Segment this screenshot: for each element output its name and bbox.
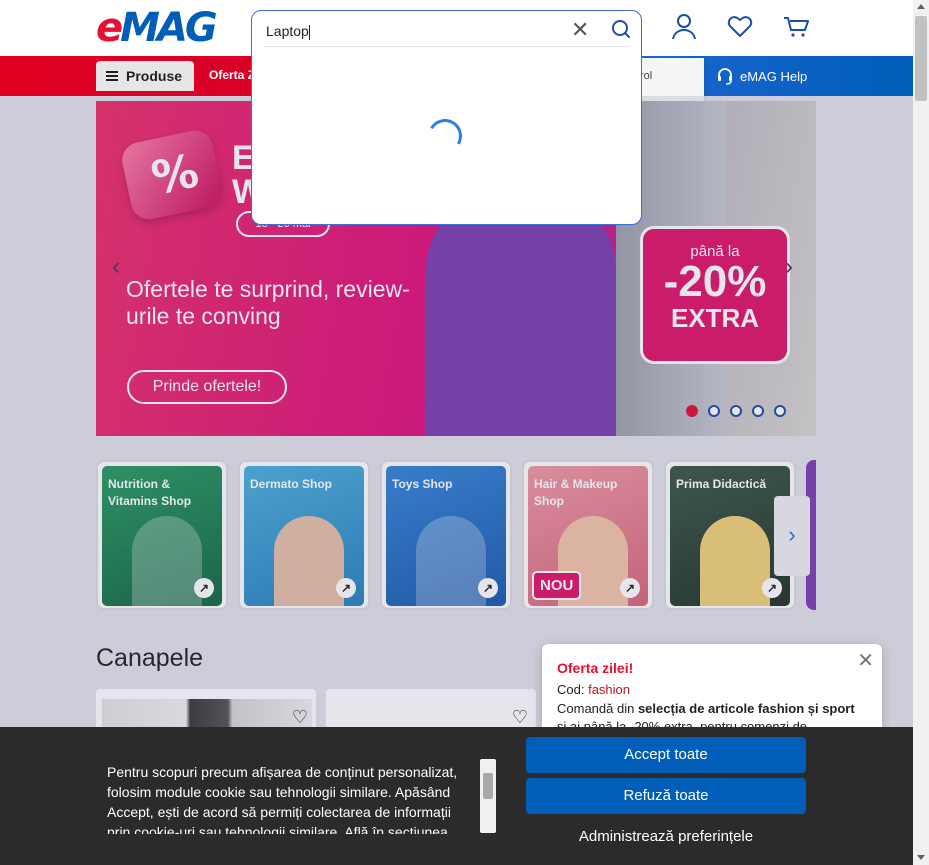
refuse-all-button[interactable]: Refuză toate — [526, 778, 806, 814]
shop-card-title: Prima Didactică — [676, 477, 767, 491]
shopping-cart-icon[interactable] — [783, 16, 811, 38]
carousel-dot[interactable] — [686, 405, 698, 417]
arrow-up-right-icon: ↗ — [620, 578, 640, 598]
shop-card-hair-makeup[interactable]: Hair & Makeup Shop NOU ↗ — [522, 460, 654, 610]
carousel-dot[interactable] — [752, 405, 764, 417]
new-badge: NOU — [532, 571, 582, 600]
heart-icon[interactable]: ♡ — [292, 707, 308, 728]
shop-card-image: Hair & Makeup Shop NOU ↗ — [528, 466, 648, 606]
section-title: Canapele — [96, 644, 204, 672]
carousel-next-icon[interactable]: › — [785, 255, 793, 279]
arrow-up-right-icon: ↗ — [194, 578, 214, 598]
scrollbar-thumb[interactable] — [915, 16, 927, 101]
percent-badge-icon: % — [118, 127, 226, 223]
user-account-icon[interactable] — [671, 13, 697, 41]
favorites-heart-icon[interactable] — [727, 16, 753, 38]
shop-figure — [416, 516, 486, 606]
shop-card-image: Prima Didactică ↗ — [670, 466, 790, 606]
scroll-up-icon[interactable] — [917, 4, 925, 9]
shop-card-image: Nutrition & Vitamins Shop ↗ — [102, 466, 222, 606]
carousel-dot[interactable] — [730, 405, 742, 417]
cookie-consent-banner: Pentru scopuri precum afișarea de conțin… — [0, 727, 913, 865]
shop-figure — [132, 516, 202, 606]
nav-link-help[interactable]: eMAG Help — [716, 67, 807, 85]
carousel-dot[interactable] — [708, 405, 720, 417]
shop-card-title: Nutrition & Vitamins Shop — [108, 477, 192, 508]
shop-card-dermato[interactable]: Dermato Shop ↗ — [238, 460, 370, 610]
promo-badge: până la -20% EXTRA — [640, 226, 790, 364]
banner-cta-button[interactable]: Prinde ofertele! — [127, 370, 287, 404]
banner-headline: Ofertele te surprind, review-urile te co… — [126, 276, 410, 329]
carousel-dot[interactable] — [774, 405, 786, 417]
close-icon[interactable]: ✕ — [857, 648, 874, 673]
shop-card-title: Hair & Makeup Shop — [534, 477, 618, 508]
manage-preferences-link[interactable]: Administrează preferințele — [526, 828, 806, 845]
shops-next-icon[interactable]: › — [774, 496, 810, 576]
carousel-prev-icon[interactable]: ‹ — [112, 255, 120, 279]
shop-card-toys[interactable]: Toys Shop ↗ — [380, 460, 512, 610]
nav-link-oferta[interactable]: Oferta Z — [209, 68, 255, 82]
headset-icon — [718, 68, 732, 85]
arrow-up-right-icon: ↗ — [762, 578, 782, 598]
shop-card-image: Toys Shop ↗ — [386, 466, 506, 606]
shop-card-title: Dermato Shop — [250, 477, 333, 491]
scroll-down-icon[interactable] — [917, 855, 925, 860]
cookie-text: Pentru scopuri precum afișarea de conțin… — [107, 764, 458, 834]
search-popup: Laptop ✕ — [251, 10, 642, 225]
carousel-dots — [686, 405, 786, 417]
shop-card-title: Toys Shop — [392, 477, 453, 491]
offer-code: Cod: fashion — [557, 682, 631, 697]
search-icon[interactable] — [611, 19, 631, 39]
emag-logo[interactable]: eMAG — [96, 6, 218, 50]
offer-title: Oferta zilei! — [557, 660, 634, 676]
arrow-up-right-icon: ↗ — [478, 578, 498, 598]
page: eMAG Produse Oferta Z eMAG Help rol % E … — [0, 0, 929, 865]
shop-card-nutrition[interactable]: Nutrition & Vitamins Shop ↗ — [96, 460, 228, 610]
banner-model-image — [426, 191, 616, 436]
accept-all-button[interactable]: Accept toate — [526, 737, 806, 773]
arrow-up-right-icon: ↗ — [336, 578, 356, 598]
cookie-text-scrollbar[interactable] — [480, 759, 496, 833]
clear-search-icon[interactable]: ✕ — [571, 17, 589, 43]
hamburger-icon — [106, 71, 118, 81]
page-scrollbar[interactable] — [913, 0, 929, 865]
products-menu-button[interactable]: Produse — [96, 61, 194, 91]
loading-spinner-icon — [424, 115, 466, 157]
shop-figure — [274, 516, 344, 606]
shop-figure — [700, 516, 770, 606]
shop-card-image: Dermato Shop ↗ — [244, 466, 364, 606]
heart-icon[interactable]: ♡ — [512, 707, 528, 728]
